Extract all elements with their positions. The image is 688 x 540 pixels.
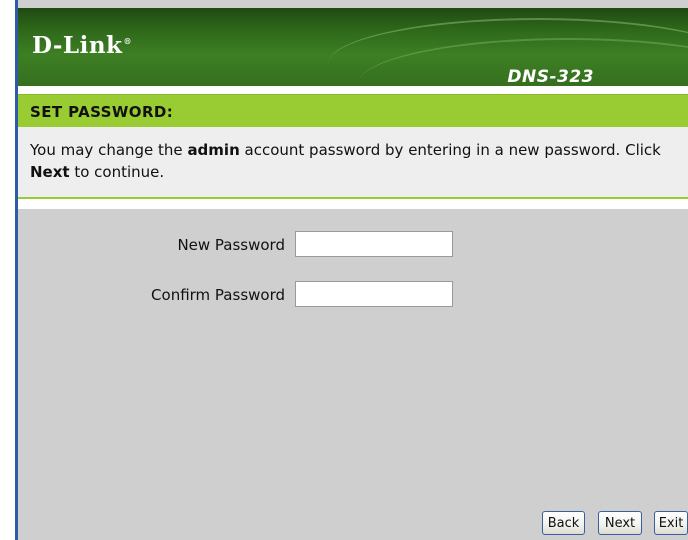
confirm-password-row: Confirm Password (18, 281, 688, 309)
description-segment: You may change the (30, 141, 188, 159)
new-password-row: New Password (18, 231, 688, 259)
new-password-input[interactable] (295, 231, 453, 257)
window-margin (0, 0, 15, 540)
description-segment: account password by entering in a new pa… (239, 141, 661, 159)
back-button[interactable]: Back (542, 511, 585, 535)
header-separator (18, 86, 688, 94)
exit-button[interactable]: Exit (654, 511, 688, 535)
device-model: DNS-323 (507, 67, 594, 86)
confirm-password-input[interactable] (295, 281, 453, 307)
brand-registered-mark: ® (123, 36, 132, 47)
description-separator (18, 199, 688, 209)
setup-wizard-page: D-Link® DNS-323 SET PASSWORD: You may ch… (18, 0, 688, 540)
next-button[interactable]: Next (598, 511, 642, 535)
description-text: You may change the admin account passwor… (30, 139, 670, 183)
new-password-label: New Password (177, 236, 285, 254)
header-banner: D-Link® DNS-323 (18, 8, 688, 86)
description-admin-emphasis: admin (187, 141, 240, 159)
description-segment: to continue. (69, 163, 165, 181)
confirm-password-label: Confirm Password (151, 286, 285, 304)
brand-name: D-Link (32, 32, 123, 59)
section-title: SET PASSWORD: (30, 103, 174, 121)
section-description: You may change the admin account passwor… (18, 127, 688, 199)
description-next-emphasis: Next (30, 163, 70, 181)
dlink-logo: D-Link® (32, 32, 132, 59)
section-title-bar: SET PASSWORD: (18, 94, 688, 127)
